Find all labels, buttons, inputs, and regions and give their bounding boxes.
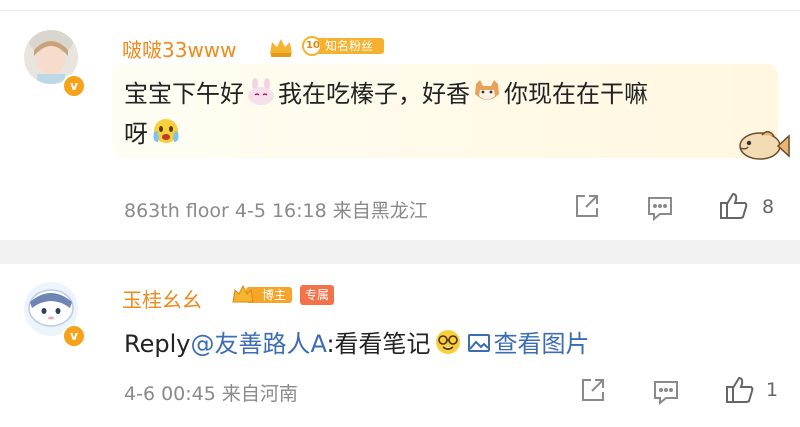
comment-separator <box>0 240 800 264</box>
bunny-emoji-icon <box>246 78 276 106</box>
comment-text-line2: 呀 <box>124 114 182 149</box>
timestamp: 4-6 00:45 <box>124 383 216 405</box>
crown-icon <box>268 36 294 62</box>
comment-text: 你现在在干嘛 <box>504 80 648 108</box>
fan-badge-label: 知名粉丝 <box>325 39 374 53</box>
mention-link[interactable]: @友善路人A <box>190 330 326 358</box>
thumbs-up-icon[interactable] <box>718 190 750 226</box>
comment-icon[interactable] <box>652 379 680 409</box>
cat-emoji-icon <box>472 78 502 106</box>
view-image-link[interactable]: 查看图片 <box>467 330 590 358</box>
exclusive-tag: 专属 <box>300 285 335 305</box>
image-icon <box>467 332 491 354</box>
blogger-badge[interactable]: 博主 <box>232 284 294 306</box>
thumbs-up-icon[interactable] <box>724 374 756 410</box>
verified-v-icon: v <box>62 74 86 98</box>
comment-meta: 863th floor 4-5 16:18 来自黑龙江 <box>124 196 428 223</box>
nerd-emoji-icon <box>433 328 463 356</box>
fan-badge-level: 10 <box>306 40 320 51</box>
floor-number: 863th floor <box>124 200 229 222</box>
comment-text: 宝宝下午好 <box>124 80 244 108</box>
username[interactable]: 啵啵33www <box>122 34 237 63</box>
crying-emoji-icon <box>150 116 182 146</box>
like-count: 8 <box>762 196 775 218</box>
comment-text-line1: Reply@友善路人A:看看笔记 查看图片 <box>124 324 590 359</box>
blogger-badge-label: 博主 <box>262 288 287 302</box>
comment-item: v 玉桂幺幺 博主 专属 Reply@友善路人A:看看笔记 查看图片 4-6 0… <box>0 264 800 427</box>
comment-text: :看看笔记 <box>326 330 431 358</box>
fish-decoration-icon <box>734 122 790 170</box>
location: 来自河南 <box>221 383 298 405</box>
fan-badge[interactable]: 10 知名粉丝 <box>302 35 386 57</box>
share-icon[interactable] <box>580 377 606 407</box>
comment-icon[interactable] <box>646 195 674 225</box>
like-count: 1 <box>766 379 779 401</box>
comment-meta: 4-6 00:45 来自河南 <box>124 379 298 406</box>
view-image-label: 查看图片 <box>493 330 590 358</box>
comment-item: v 啵啵33www 10 知名粉丝 宝宝下午好 我在吃榛子，好香 你现在在干嘛 … <box>0 0 800 240</box>
comment-text: 呀 <box>124 120 148 148</box>
reply-prefix: Reply <box>124 330 191 358</box>
comment-text: 我在吃榛子，好香 <box>278 80 470 108</box>
location: 来自黑龙江 <box>332 200 428 222</box>
comment-text-line1: 宝宝下午好 我在吃榛子，好香 你现在在干嘛 <box>124 74 648 109</box>
verified-v-icon: v <box>62 324 86 348</box>
share-icon[interactable] <box>574 193 600 223</box>
timestamp: 4-5 16:18 <box>234 200 327 222</box>
username[interactable]: 玉桂幺幺 <box>122 284 202 313</box>
